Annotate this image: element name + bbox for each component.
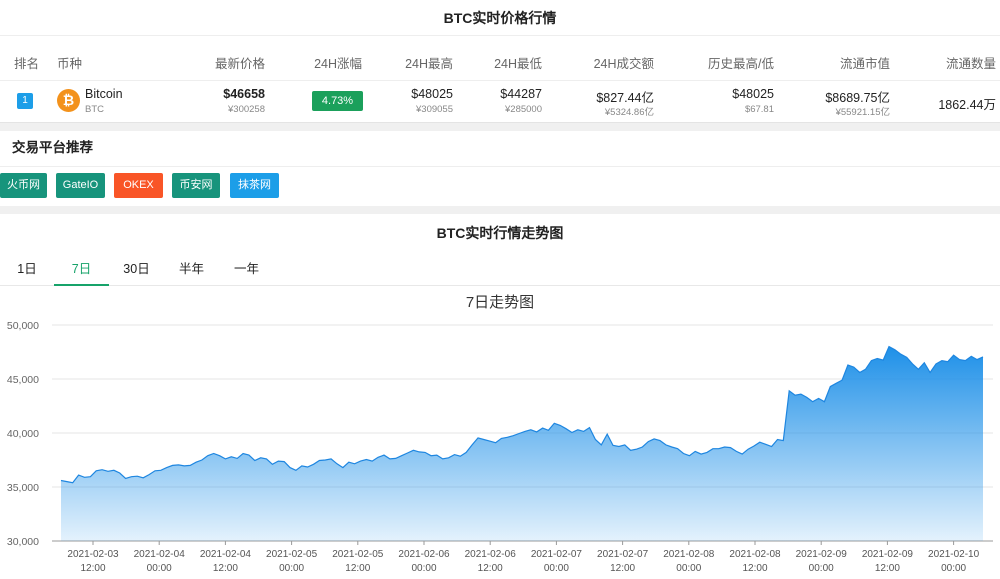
rank-badge: 1 <box>17 93 33 109</box>
header-market-cap: 流通市值 <box>839 57 890 71</box>
x-tick-label: 2021-02-09 <box>862 549 914 560</box>
x-tick-label: 00:00 <box>809 563 834 574</box>
x-tick-label: 2021-02-04 <box>200 549 252 560</box>
exchange-divider <box>0 166 1000 167</box>
exchange-button-gateio[interactable]: GateIO <box>56 173 105 198</box>
price-table-header: 排名 币种 最新价格 24H涨幅 24H最高 24H最低 24H成交额 历史最高… <box>0 37 1000 81</box>
header-supply: 流通数量 <box>945 57 996 71</box>
tab-30d[interactable]: 30日 <box>109 252 164 286</box>
x-tick-label: 2021-02-10 <box>928 549 980 560</box>
tab-1d[interactable]: 1日 <box>0 252 54 286</box>
chart-title: 7日走势图 <box>466 294 534 311</box>
header-volume: 24H成交额 <box>593 57 654 71</box>
y-tick-label: 40,000 <box>7 428 39 440</box>
x-tick-label: 2021-02-05 <box>266 549 318 560</box>
exchange-button-okex[interactable]: OKEX <box>114 173 163 198</box>
tab-1y[interactable]: 一年 <box>219 252 274 286</box>
x-tick-label: 2021-02-06 <box>465 549 517 560</box>
y-tick-label: 50,000 <box>7 320 39 332</box>
x-tick-label: 12:00 <box>875 563 900 574</box>
price-cny: ¥300258 <box>228 104 265 115</box>
x-tick-label: 00:00 <box>941 563 966 574</box>
price-section-title: BTC实时价格行情 <box>0 0 1000 36</box>
supply-value: 1862.44万 <box>938 98 996 112</box>
x-tick-label: 2021-02-05 <box>332 549 384 560</box>
x-tick-label: 12:00 <box>80 563 105 574</box>
x-tick-label: 12:00 <box>478 563 503 574</box>
x-tick-label: 2021-02-09 <box>796 549 848 560</box>
x-tick-label: 12:00 <box>742 563 767 574</box>
price-trend-chart[interactable]: 7日走势图 50,000 45,000 40,000 35,000 30,000 202… <box>0 287 1000 579</box>
header-coin: 币种 <box>57 57 83 71</box>
x-tick-label: 2021-02-08 <box>663 549 715 560</box>
chart-section-title: BTC实时行情走势图 <box>436 225 564 241</box>
bitcoin-icon: ₿ <box>57 89 80 112</box>
price-usd: $46658 <box>223 87 265 101</box>
low-cny: ¥285000 <box>505 104 542 115</box>
volume-cny: ¥5324.86亿 <box>604 107 654 118</box>
header-low: 24H最低 <box>494 57 542 71</box>
tab-half-year[interactable]: 半年 <box>164 252 219 286</box>
x-tick-label: 2021-02-06 <box>398 549 450 560</box>
x-tick-label: 2021-02-07 <box>597 549 649 560</box>
exchange-section-title: 交易平台推荐 <box>12 140 93 155</box>
tab-7d[interactable]: 7日 <box>54 252 109 286</box>
table-row[interactable]: 1 ₿ Bitcoin BTC $46658 ¥300258 4.73% $48… <box>0 81 1000 123</box>
header-price: 最新价格 <box>214 57 265 71</box>
price-area <box>61 346 983 541</box>
y-tick-label: 30,000 <box>7 536 39 548</box>
y-tick-label: 35,000 <box>7 482 39 494</box>
x-tick-label: 2021-02-04 <box>134 549 186 560</box>
x-tick-label: 12:00 <box>345 563 370 574</box>
high-usd: $48025 <box>411 87 453 101</box>
x-tick-label: 12:00 <box>610 563 635 574</box>
section-divider <box>0 123 1000 131</box>
market-cap-cny: ¥55921.15亿 <box>835 107 890 118</box>
section-divider <box>0 206 1000 214</box>
x-tick-label: 00:00 <box>676 563 701 574</box>
high-cny: ¥309055 <box>416 104 453 115</box>
change-badge: 4.73% <box>312 91 363 111</box>
range-tabs: 1日 7日 30日 半年 一年 <box>0 252 1000 286</box>
header-high: 24H最高 <box>405 57 453 71</box>
exchange-button-mexc[interactable]: 抹茶网 <box>230 173 279 198</box>
x-tick-label: 2021-02-03 <box>67 549 119 560</box>
x-tick-label: 2021-02-07 <box>531 549 583 560</box>
coin-name[interactable]: Bitcoin <box>85 87 123 101</box>
low-usd: $44287 <box>500 87 542 101</box>
ath-value: $48025 <box>732 87 774 101</box>
exchange-button-huobi[interactable]: 火币网 <box>0 173 47 198</box>
y-tick-label: 45,000 <box>7 374 39 386</box>
header-rank: 排名 <box>14 57 40 71</box>
x-tick-label: 00:00 <box>544 563 569 574</box>
atl-value: $67.81 <box>744 104 774 115</box>
coin-symbol: BTC <box>85 104 104 115</box>
header-ath-atl: 历史最高/低 <box>708 57 774 71</box>
header-change: 24H涨幅 <box>314 57 362 71</box>
x-tick-label: 00:00 <box>147 563 172 574</box>
x-tick-label: 12:00 <box>213 563 238 574</box>
x-tick-label: 2021-02-08 <box>729 549 781 560</box>
x-tick-label: 00:00 <box>279 563 304 574</box>
exchange-button-binance[interactable]: 币安网 <box>172 173 220 198</box>
x-tick-label: 00:00 <box>411 563 436 574</box>
